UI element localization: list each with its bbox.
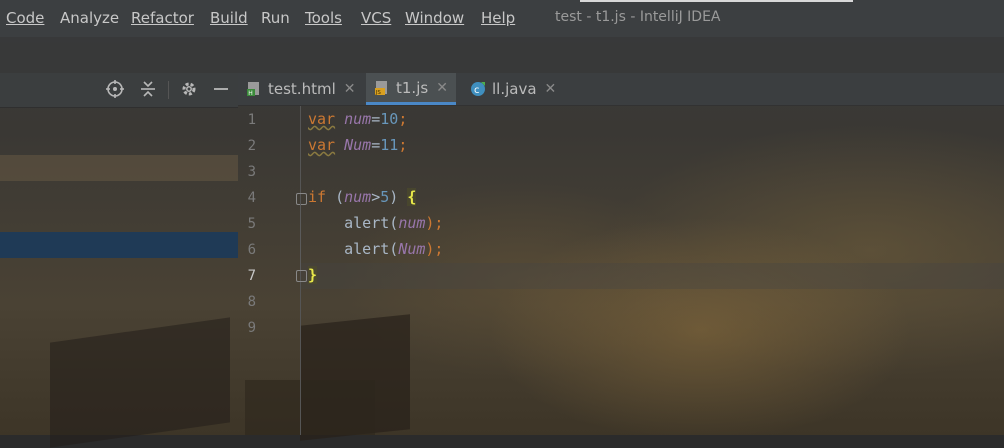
line-number: 6 — [247, 242, 256, 258]
editor-gutter: 1 2 3 4 5 6 7 8 9 — [238, 106, 301, 435]
tab-ll-java[interactable]: c ll.java ✕ — [470, 73, 556, 105]
project-tree-selected-row[interactable] — [0, 232, 238, 258]
code-line[interactable]: var num=10; — [308, 110, 407, 128]
svg-text:H: H — [248, 90, 253, 97]
toolbar-separator — [168, 81, 169, 99]
js-file-icon: JS — [374, 80, 390, 96]
svg-text:JS: JS — [375, 90, 382, 96]
title-bar-edge — [580, 0, 853, 2]
target-icon[interactable] — [105, 79, 125, 99]
project-tree-row-highlight — [0, 155, 238, 181]
navigation-bar — [0, 37, 1004, 73]
menu-build[interactable]: Build — [210, 9, 248, 27]
menu-code[interactable]: Code — [6, 9, 44, 27]
menu-run[interactable]: Run — [261, 9, 290, 27]
line-number: 5 — [247, 216, 256, 232]
minimize-icon[interactable] — [211, 79, 231, 99]
tab-label: ll.java — [492, 80, 537, 98]
java-class-icon: c — [470, 81, 486, 97]
window-title: test - t1.js - IntelliJ IDEA — [555, 9, 721, 25]
menu-analyze[interactable]: Analyze — [60, 9, 119, 27]
line-number-current: 7 — [247, 268, 256, 284]
menu-refactor[interactable]: Refactor — [131, 9, 194, 27]
gear-icon[interactable] — [179, 79, 199, 99]
code-line[interactable]: alert(num); — [308, 214, 443, 232]
menu-help[interactable]: Help — [481, 9, 515, 27]
close-icon[interactable]: ✕ — [344, 81, 356, 97]
code-line[interactable]: alert(Num); — [308, 240, 443, 258]
line-number: 3 — [247, 164, 256, 180]
menu-window[interactable]: Window — [405, 9, 464, 27]
project-panel-toolbar — [0, 73, 238, 108]
menu-tools[interactable]: Tools — [305, 9, 342, 27]
tab-test-html[interactable]: H test.html ✕ — [246, 73, 355, 105]
fold-marker-icon[interactable] — [296, 193, 307, 205]
current-line-highlight — [300, 263, 1004, 289]
tab-label: test.html — [268, 80, 336, 98]
fold-guide — [300, 204, 301, 270]
svg-text:c: c — [474, 85, 480, 96]
menu-bar: Code Analyze Refactor Build Run Tools VC… — [0, 0, 1004, 37]
tab-label: t1.js — [396, 78, 429, 97]
code-line[interactable]: } — [308, 266, 318, 284]
code-line[interactable]: if (num>5) { — [308, 188, 417, 206]
line-number: 4 — [247, 190, 256, 206]
collapse-icon[interactable] — [138, 79, 158, 99]
line-number: 1 — [247, 112, 256, 128]
editor-tab-bar: H test.html ✕ JS t1.js ✕ c ll.java ✕ — [238, 73, 1004, 106]
line-number: 2 — [247, 138, 256, 154]
line-number: 8 — [247, 294, 256, 310]
line-number: 9 — [247, 320, 256, 336]
menu-vcs[interactable]: VCS — [361, 9, 391, 27]
close-icon[interactable]: ✕ — [545, 81, 557, 97]
tab-t1-js[interactable]: JS t1.js ✕ — [366, 73, 456, 105]
html-file-icon: H — [246, 81, 262, 97]
code-line[interactable]: var Num=11; — [308, 136, 407, 154]
fold-marker-icon[interactable] — [296, 270, 307, 282]
close-icon[interactable]: ✕ — [436, 80, 448, 96]
